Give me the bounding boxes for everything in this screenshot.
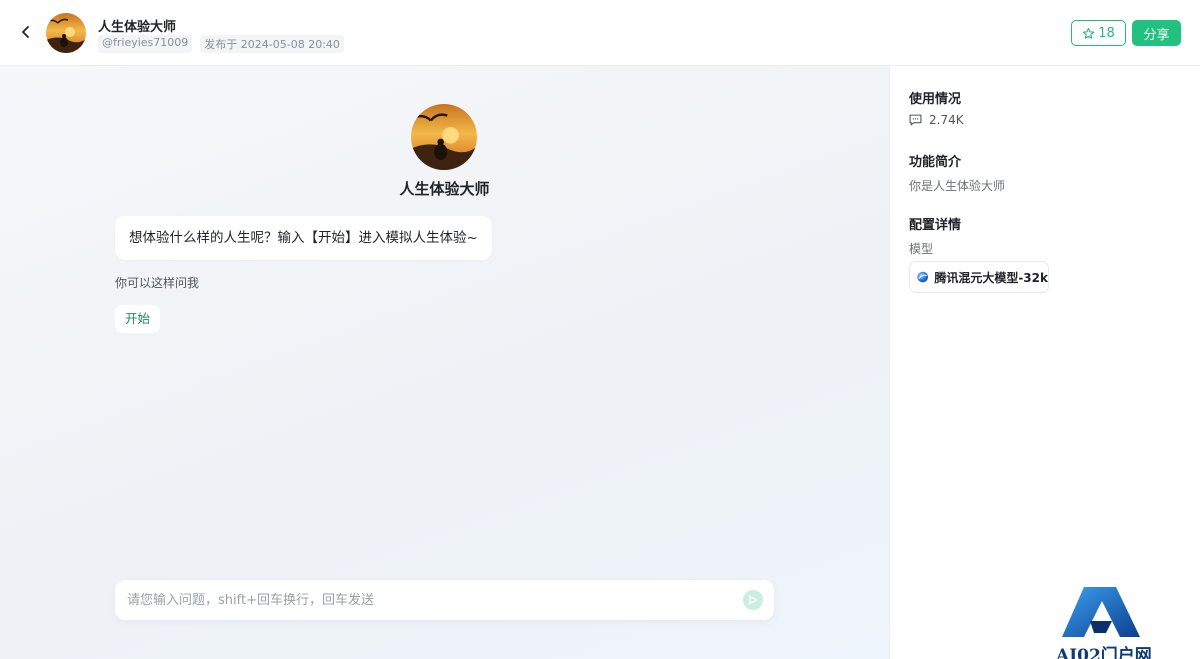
model-name: 腾讯混元大模型-32k [934,270,1048,285]
back-button[interactable] [16,22,36,42]
info-sidebar: 使用情况 2.74K 功能简介 你是人生体验大师 配置详情 模型 腾讯混元大模型… [889,66,1200,659]
usage-count: 2.74K [929,113,964,127]
author-handle[interactable]: @frieyies71009 [98,35,193,53]
intro-title: 功能简介 [909,155,962,170]
top-header: 人生体验大师 @frieyies71009 发布于 2024-05-08 20:… [0,0,1200,66]
bot-avatar [411,104,477,170]
star-button[interactable]: 18 [1071,20,1126,46]
greeting-message: 想体验什么样的人生呢？输入【开始】进入模拟人生体验~ [115,216,492,260]
star-icon [1083,27,1095,39]
chat-bubble-icon [909,114,922,126]
watermark-text: AI02门户网 [1056,646,1152,659]
star-count: 18 [1098,25,1115,41]
config-title: 配置详情 [909,218,962,233]
chat-area: 人生体验大师 想体验什么样的人生呢？输入【开始】进入模拟人生体验~ 你可以这样问… [0,66,889,659]
intro-text: 你是人生体验大师 [909,179,1006,193]
suggestion-chip[interactable]: 开始 [115,305,161,333]
share-button[interactable]: 分享 [1132,20,1181,46]
send-button[interactable] [743,590,763,610]
bot-name: 人生体验大师 [399,180,490,198]
publish-date: 发布于 2024-05-08 20:40 [200,35,344,53]
usage-stat: 2.74K [909,113,964,127]
agent-title: 人生体验大师 [98,20,177,35]
usage-title: 使用情况 [909,92,962,107]
agent-meta: @frieyies71009 发布于 2024-05-08 20:40 [98,35,344,53]
model-card[interactable]: 腾讯混元大模型-32k [909,261,1049,293]
message-input[interactable] [127,580,737,620]
suggestion-label: 你可以这样问我 [115,276,200,290]
agent-avatar [46,13,86,53]
hunyuan-logo-icon [917,271,928,283]
send-icon [748,595,758,605]
message-input-box [115,580,774,620]
chevron-left-icon [22,26,29,38]
model-label: 模型 [909,242,934,256]
